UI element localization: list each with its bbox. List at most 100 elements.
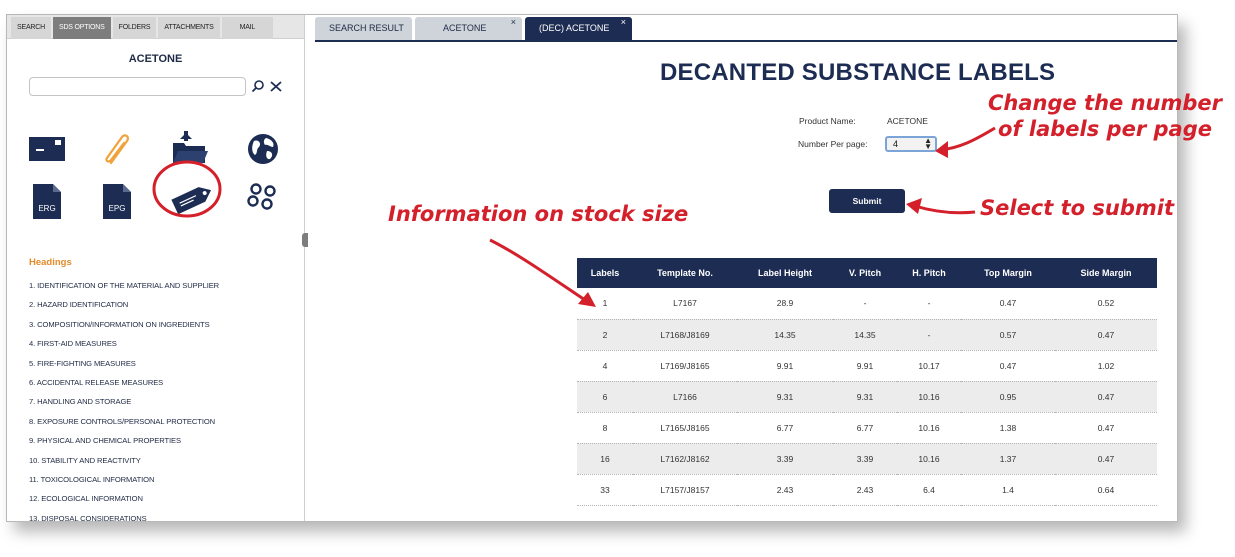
heading-item[interactable]: 10. STABILITY AND REACTIVITY <box>29 455 219 474</box>
heading-item[interactable]: 3. COMPOSITION/INFORMATION ON INGREDIENT… <box>29 319 219 338</box>
heading-item[interactable]: 5. FIRE-FIGHTING MEASURES <box>29 358 219 377</box>
epg-label: EPG <box>109 204 126 213</box>
table-cell: 4 <box>577 350 633 382</box>
table-cell: 0.47 <box>1055 381 1157 413</box>
table-row: 16 L7162/J8162 3.39 3.39 10.16 1.37 0.47 <box>577 443 1157 475</box>
heading-item[interactable]: 7. HANDLING AND STORAGE <box>29 396 219 415</box>
table-cell: L7165/J8165 <box>633 412 737 444</box>
table-cell: 0.47 <box>1055 319 1157 351</box>
erg-document-icon[interactable]: ERG <box>27 181 67 221</box>
paperclip-icon[interactable] <box>97 129 137 169</box>
tab-attachments[interactable]: ATTACHMENTS <box>158 17 220 39</box>
table-cell: 3.39 <box>737 443 833 475</box>
table-cell: 6.77 <box>737 412 833 444</box>
close-icon[interactable]: × <box>511 15 516 34</box>
table-cell: 0.64 <box>1055 474 1157 506</box>
heading-item[interactable]: 2. HAZARD IDENTIFICATION <box>29 299 219 318</box>
tab-search-result[interactable]: SEARCH RESULT <box>315 17 412 40</box>
erg-label: ERG <box>38 204 55 213</box>
header-v-pitch: V. Pitch <box>833 258 897 288</box>
table-cell: L7167 <box>633 288 737 320</box>
heading-item[interactable]: 4. FIRST-AID MEASURES <box>29 338 219 357</box>
product-name-label: Product Name: <box>799 116 856 126</box>
search-row <box>7 77 304 103</box>
table-cell: 9.31 <box>737 381 833 413</box>
table-cell: L7168/J8169 <box>633 319 737 351</box>
header-template-no: Template No. <box>633 258 737 288</box>
tab-folders[interactable]: FOLDERS <box>112 17 157 39</box>
heading-item[interactable]: 12. ECOLOGICAL INFORMATION <box>29 493 219 512</box>
epg-document-icon[interactable]: EPG <box>97 181 137 221</box>
table-row: 2 L7168/J8169 14.35 14.35-0.57 0.47 <box>577 319 1157 351</box>
table-cell: - <box>897 288 961 320</box>
table-cell: 33 <box>577 474 633 506</box>
header-side-margin: Side Margin <box>1055 258 1157 288</box>
globe-icon[interactable] <box>243 129 283 169</box>
tab-mail[interactable]: MAIL <box>221 17 274 39</box>
table-cell: 28.9 <box>737 288 833 320</box>
table-cell: 10.16 <box>897 381 961 413</box>
tab-decanted-acetone[interactable]: (DEC) ACETONE × <box>525 17 632 40</box>
table-cell: 6 <box>577 381 633 413</box>
table-cell: 0.95 <box>961 381 1055 413</box>
number-per-page-label: Number Per page: <box>798 139 868 149</box>
number-per-page-select[interactable]: 4 ▲ ▼ <box>885 136 937 152</box>
heading-item[interactable]: 9. PHYSICAL AND CHEMICAL PROPERTIES <box>29 435 219 454</box>
left-tab-bar: SEARCH SDS OPTIONS FOLDERS ATTACHMENTS M… <box>7 15 304 39</box>
open-folder-icon[interactable] <box>170 127 210 167</box>
table-cell: 0.57 <box>961 319 1055 351</box>
headings-title: Headings <box>29 257 72 268</box>
tab-sds-options[interactable]: SDS OPTIONS <box>52 17 111 39</box>
close-icon[interactable]: × <box>621 15 626 34</box>
table-cell: 8 <box>577 412 633 444</box>
heading-item[interactable]: 11. TOXICOLOGICAL INFORMATION <box>29 474 219 493</box>
table-cell: L7169/J8165 <box>633 350 737 382</box>
table-cell: 3.39 <box>833 443 897 475</box>
heading-item[interactable]: 1. IDENTIFICATION OF THE MATERIAL AND SU… <box>29 280 219 299</box>
table-row: 4 L7169/J8165 9.91 9.91 10.17 0.47 1.02 <box>577 350 1157 382</box>
annotation-stock-size: Information on stock size <box>388 202 689 226</box>
table-cell: 2.43 <box>737 474 833 506</box>
select-arrows-icon: ▲ ▼ <box>924 136 932 151</box>
sds-option-icons: ERG EPG <box>7 123 305 223</box>
decanted-label-tag-icon[interactable] <box>167 177 217 221</box>
heading-item[interactable]: 6. ACCIDENTAL RELEASE MEASURES <box>29 377 219 396</box>
heading-item[interactable]: 8. EXPOSURE CONTROLS/PERSONAL PROTECTION <box>29 416 219 435</box>
search-input[interactable] <box>29 77 246 96</box>
headings-list: 1. IDENTIFICATION OF THE MATERIAL AND SU… <box>29 280 219 521</box>
annotation-change-number: Change the number of labels per page <box>987 91 1223 141</box>
table-cell: - <box>833 288 897 320</box>
table-cell: 6.77 <box>833 412 897 444</box>
table-cell: 16 <box>577 443 633 475</box>
tab-acetone[interactable]: ACETONE × <box>415 17 522 40</box>
table-cell: 9.31 <box>833 381 897 413</box>
table-cell: 9.91 <box>833 350 897 382</box>
annotation-select-submit: Select to submit <box>980 196 1174 220</box>
table-cell: 0.47 <box>1055 412 1157 444</box>
tab-label: (DEC) ACETONE <box>539 23 610 33</box>
clear-icon[interactable] <box>269 79 283 93</box>
table-row: 8 L7165/J8165 6.77 6.77 10.16 1.38 0.47 <box>577 412 1157 444</box>
table-cell: L7162/J8162 <box>633 443 737 475</box>
table-row: 1 L7167 28.9- -0.47 0.52 <box>577 288 1157 320</box>
table-cell: 0.47 <box>1055 443 1157 475</box>
table-body: 1 L7167 28.9- -0.47 0.52 2 L7168/J8169 14.35 14.… <box>577 288 1157 506</box>
page-title: DECANTED SUBSTANCE LABELS <box>660 59 1056 86</box>
table-cell: 2.43 <box>833 474 897 506</box>
search-icon[interactable] <box>251 79 265 93</box>
table-cell: 0.47 <box>961 350 1055 382</box>
table-cell: 14.35 <box>833 319 897 351</box>
submit-button[interactable]: Submit <box>829 189 905 213</box>
chain-link-icon[interactable] <box>243 179 283 219</box>
table-cell: L7157/J8157 <box>633 474 737 506</box>
table-cell: 14.35 <box>737 319 833 351</box>
tab-search[interactable]: SEARCH <box>11 17 51 39</box>
envelope-icon[interactable] <box>27 129 67 169</box>
document-tab-bar: SEARCH RESULT ACETONE × (DEC) ACETONE × <box>315 17 632 40</box>
heading-item[interactable]: 13. DISPOSAL CONSIDERATIONS <box>29 513 219 521</box>
table-cell: 1.02 <box>1055 350 1157 382</box>
product-name-value: ACETONE <box>887 116 928 126</box>
table-cell: 10.16 <box>897 412 961 444</box>
table-header-row: Labels Template No. Label Height V. Pitc… <box>577 258 1157 288</box>
table-cell: 2 <box>577 319 633 351</box>
